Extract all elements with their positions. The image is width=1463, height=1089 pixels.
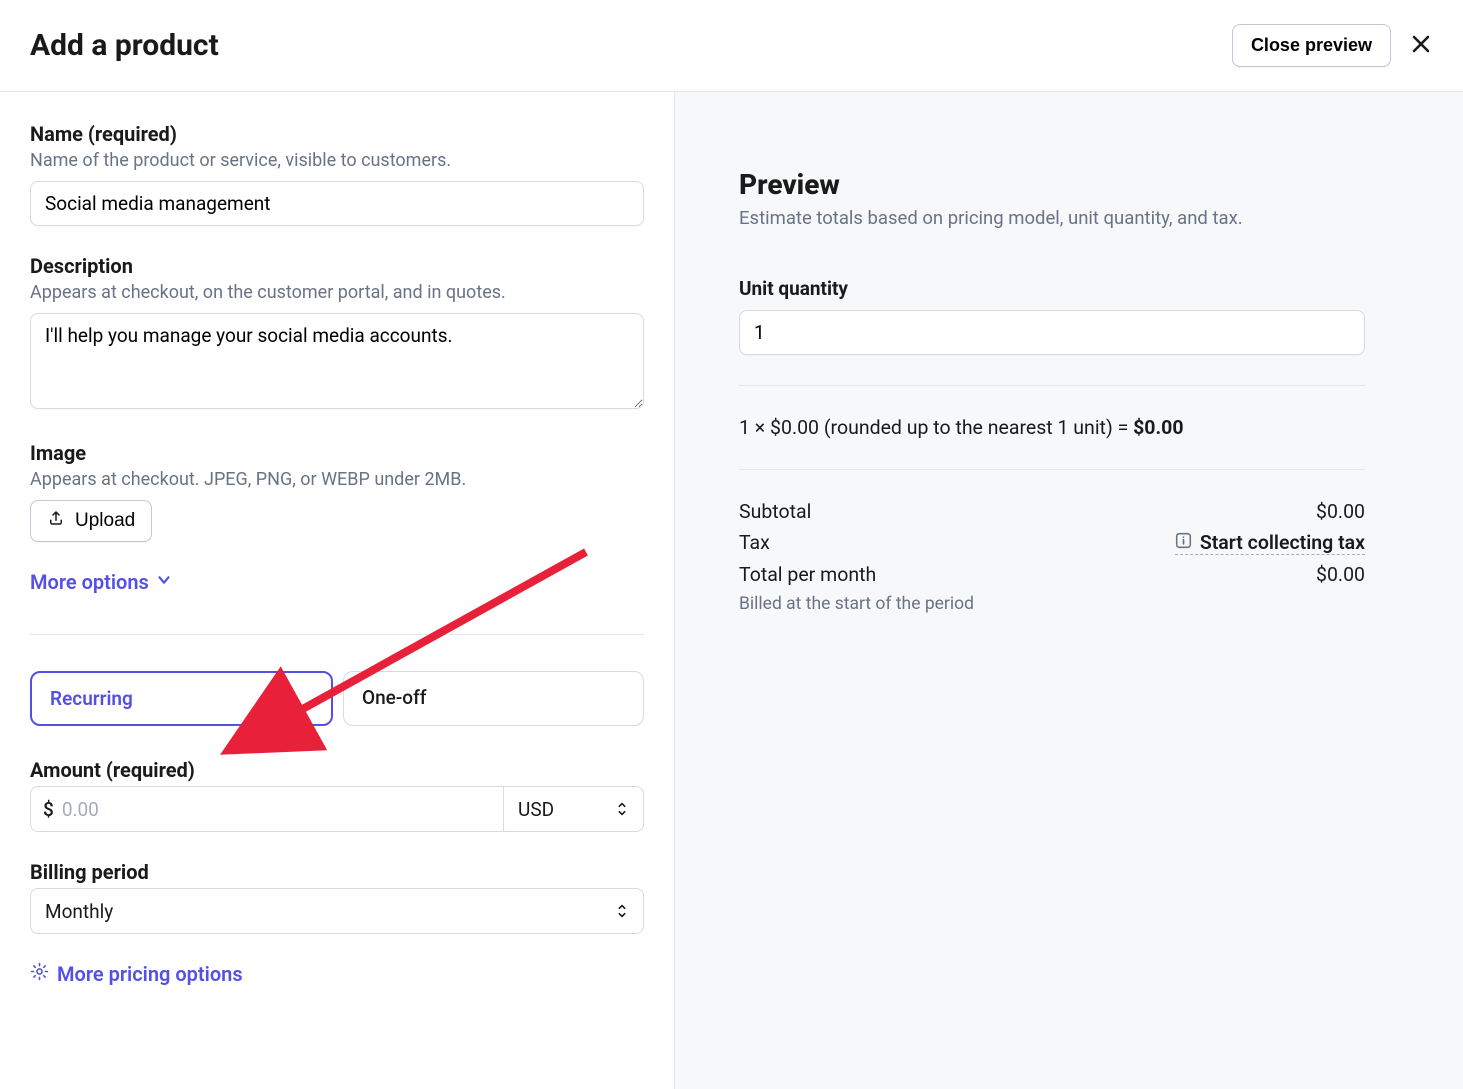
preview-subtitle: Estimate totals based on pricing model, … [739, 207, 1365, 229]
image-field: Image Appears at checkout. JPEG, PNG, or… [30, 441, 644, 542]
total-label: Total per month [739, 563, 876, 586]
description-hint: Appears at checkout, on the customer por… [30, 282, 644, 303]
calculation-text: 1 × $0.00 (rounded up to the nearest 1 u… [739, 416, 1133, 439]
billing-period-label: Billing period [30, 860, 644, 884]
amount-field: Amount (required) $ USD [30, 758, 644, 832]
billing-period-select[interactable]: Monthly [30, 888, 644, 934]
amount-input[interactable] [62, 798, 491, 821]
pricing-type-oneoff[interactable]: One-off [343, 671, 644, 726]
upload-button[interactable]: Upload [30, 500, 152, 542]
amount-prefix: $ [43, 798, 54, 821]
tax-label: Tax [739, 531, 770, 555]
billing-period-value: Monthly [45, 900, 113, 923]
billed-note: Billed at the start of the period [739, 594, 1365, 614]
more-options-toggle[interactable]: More options [30, 570, 173, 594]
gear-icon [30, 962, 49, 986]
amount-label: Amount (required) [30, 758, 644, 782]
description-label: Description [30, 254, 644, 278]
description-field: Description Appears at checkout, on the … [30, 254, 644, 413]
form-panel: Name (required) Name of the product or s… [0, 92, 675, 1089]
more-pricing-options-toggle[interactable]: More pricing options [30, 962, 243, 986]
header-actions: Close preview [1232, 24, 1431, 67]
billing-period-field: Billing period Monthly [30, 860, 644, 934]
divider [30, 634, 644, 635]
currency-value: USD [518, 798, 554, 821]
more-options-label: More options [30, 570, 149, 594]
preview-title: Preview [739, 168, 1365, 201]
subtotal-row: Subtotal $0.00 [739, 500, 1365, 523]
total-value: $0.00 [1316, 563, 1365, 586]
page-title: Add a product [30, 28, 219, 63]
divider [739, 385, 1365, 386]
select-updown-icon [615, 902, 629, 920]
tax-link-label: Start collecting tax [1200, 531, 1365, 554]
subtotal-value: $0.00 [1316, 500, 1365, 523]
name-field: Name (required) Name of the product or s… [30, 122, 644, 226]
close-preview-button[interactable]: Close preview [1232, 24, 1391, 67]
select-updown-icon [615, 800, 629, 818]
more-pricing-options-label: More pricing options [57, 962, 243, 986]
page-header: Add a product Close preview [0, 0, 1463, 92]
calculation-total: $0.00 [1133, 416, 1183, 439]
pricing-type-recurring[interactable]: Recurring [30, 671, 333, 726]
currency-select[interactable]: USD [504, 786, 644, 832]
upload-button-label: Upload [75, 510, 135, 532]
preview-panel: Preview Estimate totals based on pricing… [675, 92, 1463, 1089]
image-label: Image [30, 441, 644, 465]
start-collecting-tax-link[interactable]: Start collecting tax [1175, 531, 1365, 555]
image-hint: Appears at checkout. JPEG, PNG, or WEBP … [30, 469, 644, 490]
info-icon [1175, 531, 1192, 554]
subtotal-label: Subtotal [739, 500, 811, 523]
name-hint: Name of the product or service, visible … [30, 150, 644, 171]
divider [739, 469, 1365, 470]
close-icon[interactable] [1411, 32, 1431, 60]
chevron-down-icon [155, 570, 173, 594]
name-label: Name (required) [30, 122, 644, 146]
unit-quantity-input[interactable] [739, 310, 1365, 355]
upload-icon [47, 509, 65, 533]
description-input[interactable] [30, 313, 644, 409]
unit-quantity-label: Unit quantity [739, 277, 1365, 300]
total-row: Total per month $0.00 [739, 563, 1365, 586]
calculation-line: 1 × $0.00 (rounded up to the nearest 1 u… [739, 416, 1365, 439]
name-input[interactable] [30, 181, 644, 226]
tax-row: Tax Start collecting tax [739, 531, 1365, 555]
amount-input-wrap: $ [30, 786, 504, 832]
pricing-type-group: Recurring One-off [30, 671, 644, 726]
